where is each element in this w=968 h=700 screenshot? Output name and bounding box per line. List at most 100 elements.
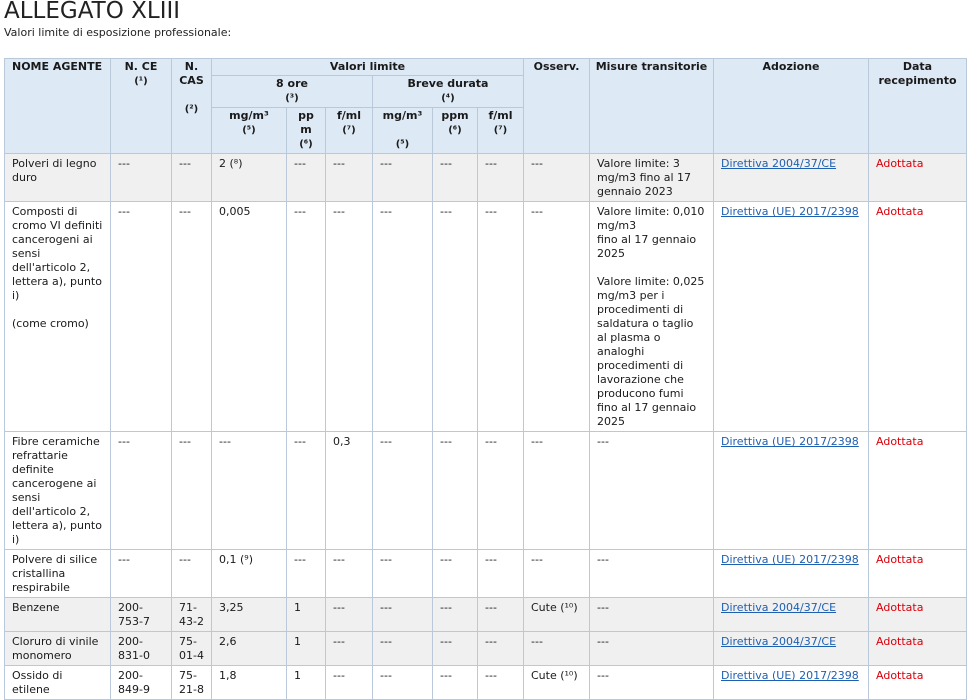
ppm-bd-cell: --- <box>432 549 478 598</box>
mg-m3-8h-cell: 0,005 <box>211 201 287 432</box>
header-fml-bd: f/ml (⁷) <box>477 107 524 154</box>
ppm-bd-cell: --- <box>432 597 478 632</box>
header-misure-transitorie: Misure transitorie <box>589 58 714 154</box>
header-ppm-bd: ppm (⁶) <box>432 107 478 154</box>
osserv-cell: --- <box>523 549 590 598</box>
header-8-ore-note: (³) <box>285 93 299 104</box>
header-fml-bd-label: f/ml <box>488 109 513 122</box>
page-subtitle: Valori limite di esposizione professiona… <box>4 26 232 39</box>
mg-m3-bd-cell: --- <box>372 153 433 202</box>
fml-8h-cell: --- <box>325 631 373 666</box>
header-nome-agente: NOME AGENTE <box>4 58 111 154</box>
recepimento-status: Adottata <box>868 201 967 432</box>
ppm-8h-cell: 1 <box>286 597 326 632</box>
agent-name: Ossido di etilene <box>4 665 111 700</box>
osserv-cell: Cute (¹⁰) <box>523 597 590 632</box>
mg-m3-8h-cell: 2 (⁸) <box>211 153 287 202</box>
ppm-8h-cell: 1 <box>286 631 326 666</box>
fml-bd-cell: --- <box>477 153 524 202</box>
header-n-cas: N. CAS (²) <box>171 58 212 154</box>
adozione-link[interactable]: Direttiva (UE) 2017/2398 <box>721 553 859 566</box>
ppm-bd-cell: --- <box>432 631 478 666</box>
table-row: Benzene 200-753-7 71-43-2 3,25 1 --- ---… <box>4 597 967 632</box>
ppm-bd-cell: --- <box>432 665 478 700</box>
mg-m3-bd-cell: --- <box>372 597 433 632</box>
n-cas-cell: --- <box>171 153 212 202</box>
fml-8h-cell: --- <box>325 665 373 700</box>
n-cas-cell: 75-21-8 <box>171 665 212 700</box>
fml-8h-cell: --- <box>325 549 373 598</box>
fml-8h-cell: 0,3 <box>325 431 373 550</box>
adozione-link[interactable]: Direttiva 2004/37/CE <box>721 635 836 648</box>
osserv-cell: --- <box>523 631 590 666</box>
header-n-cas-label: N. CAS <box>179 60 204 87</box>
header-fml-8h-note: (⁷) <box>342 125 356 136</box>
mg-m3-bd-cell: --- <box>372 665 433 700</box>
mg-m3-bd-cell: --- <box>372 431 433 550</box>
osserv-cell: --- <box>523 201 590 432</box>
mg-m3-8h-cell: --- <box>211 431 287 550</box>
fml-bd-cell: --- <box>477 665 524 700</box>
fml-8h-cell: --- <box>325 597 373 632</box>
adozione-cell: Direttiva (UE) 2017/2398 <box>713 665 869 700</box>
header-mg-m3-bd-label: mg/m³ <box>382 109 423 122</box>
osserv-cell: Cute (¹⁰) <box>523 665 590 700</box>
ppm-bd-cell: --- <box>432 201 478 432</box>
recepimento-status: Adottata <box>868 431 967 550</box>
adozione-cell: Direttiva 2004/37/CE <box>713 631 869 666</box>
ppm-8h-cell: --- <box>286 431 326 550</box>
ppm-bd-cell: --- <box>432 431 478 550</box>
n-ce-cell: --- <box>110 201 172 432</box>
agent-name: Polveri di legno duro <box>4 153 111 202</box>
table-row: Polvere di silice cristallina respirabil… <box>4 549 967 598</box>
misure-cell: --- <box>589 597 714 632</box>
mg-m3-8h-cell: 1,8 <box>211 665 287 700</box>
header-ppm-8h-note: (⁶) <box>299 139 313 150</box>
header-data-recepimento: Data recepimento <box>868 58 967 154</box>
adozione-cell: Direttiva 2004/37/CE <box>713 153 869 202</box>
adozione-link[interactable]: Direttiva 2004/37/CE <box>721 601 836 614</box>
header-n-ce: N. CE (¹) <box>110 58 172 154</box>
header-valori-limite: Valori limite <box>211 58 524 76</box>
adozione-link[interactable]: Direttiva (UE) 2017/2398 <box>721 435 859 448</box>
fml-bd-cell: --- <box>477 201 524 432</box>
n-ce-cell: 200-849-9 <box>110 665 172 700</box>
adozione-cell: Direttiva (UE) 2017/2398 <box>713 549 869 598</box>
header-fml-8h-label: f/ml <box>336 109 362 122</box>
n-cas-cell: --- <box>171 201 212 432</box>
header-mg-m3-bd: mg/m³ (⁵) <box>372 107 433 154</box>
fml-bd-cell: --- <box>477 631 524 666</box>
recepimento-status: Adottata <box>868 631 967 666</box>
header-fml-bd-note: (⁷) <box>493 125 508 136</box>
agent-name: Benzene <box>4 597 111 632</box>
header-ppm-bd-note: (⁶) <box>448 125 462 136</box>
fml-bd-cell: --- <box>477 597 524 632</box>
misure-cell: --- <box>589 431 714 550</box>
misure-cell: --- <box>589 549 714 598</box>
ppm-8h-cell: --- <box>286 153 326 202</box>
adozione-cell: Direttiva (UE) 2017/2398 <box>713 201 869 432</box>
n-ce-cell: --- <box>110 549 172 598</box>
header-mg-m3-8h: mg/m³ (⁵) <box>211 107 287 154</box>
table-row: Ossido di etilene 200-849-9 75-21-8 1,8 … <box>4 665 967 700</box>
n-cas-cell: 75-01-4 <box>171 631 212 666</box>
recepimento-status: Adottata <box>868 153 967 202</box>
n-ce-cell: 200-831-0 <box>110 631 172 666</box>
agent-name: Composti di cromo VI definiti cancerogen… <box>4 201 111 432</box>
ppm-bd-cell: --- <box>432 153 478 202</box>
osserv-cell: --- <box>523 431 590 550</box>
agent-name: Polvere di silice cristallina respirabil… <box>4 549 111 598</box>
n-ce-cell: --- <box>110 431 172 550</box>
ppm-8h-cell: 1 <box>286 665 326 700</box>
header-8-ore: 8 ore (³) <box>211 75 373 108</box>
table-row: Polveri di legno duro --- --- 2 (⁸) --- … <box>4 153 967 202</box>
n-cas-cell: --- <box>171 549 212 598</box>
adozione-link[interactable]: Direttiva (UE) 2017/2398 <box>721 205 859 218</box>
adozione-link[interactable]: Direttiva 2004/37/CE <box>721 157 836 170</box>
header-mg-m3-8h-note: (⁵) <box>242 125 256 136</box>
table-row: Composti di cromo VI definiti cancerogen… <box>4 201 967 432</box>
header-breve-durata-note: (⁴) <box>441 93 455 104</box>
fml-bd-cell: --- <box>477 431 524 550</box>
adozione-link[interactable]: Direttiva (UE) 2017/2398 <box>721 669 859 682</box>
mg-m3-8h-cell: 2,6 <box>211 631 287 666</box>
